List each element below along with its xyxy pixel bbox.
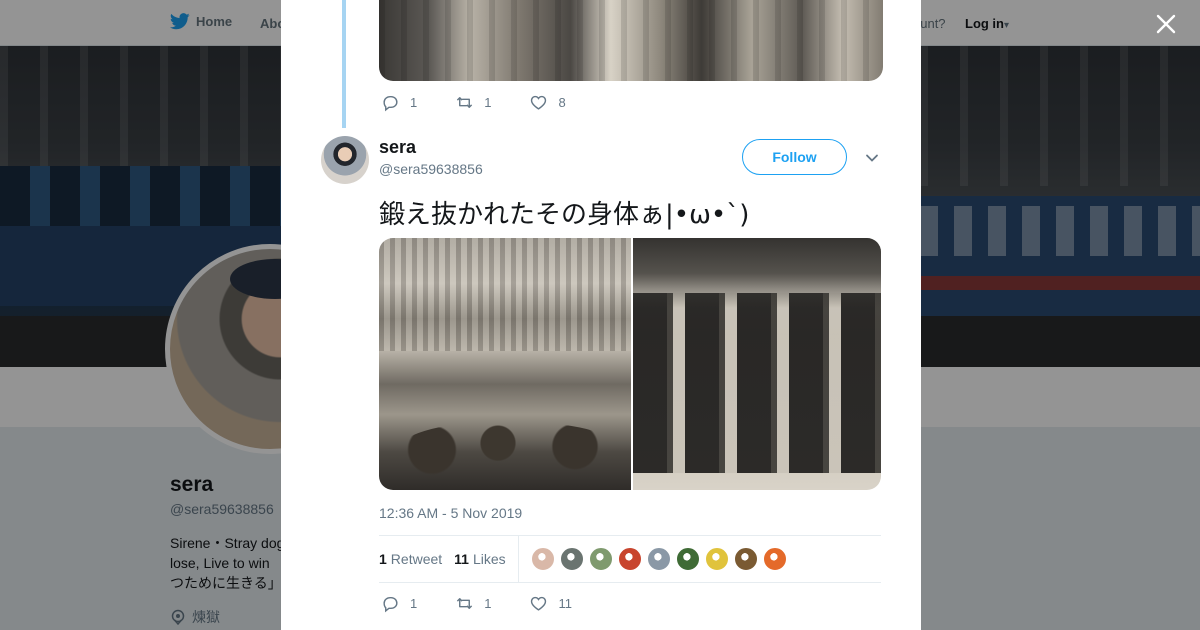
likers-avatars [530,547,787,571]
heart-icon [531,596,547,611]
like-stat-count: 11 [454,551,469,567]
retweet-button[interactable]: 1 [455,93,491,112]
tweet-actions: 1 1 11 [381,594,610,613]
like-button[interactable]: 8 [529,93,566,112]
reply-icon [383,597,398,613]
tweet-media [379,238,881,490]
retweet-stat-label: Retweet [390,551,443,567]
tweet-photo-sumo[interactable] [379,238,631,490]
liker-avatar[interactable] [530,547,555,571]
retweet-button[interactable]: 1 [455,594,491,613]
tweet-author-handle[interactable]: @sera59638856 [379,161,483,177]
liker-avatar[interactable] [588,547,613,571]
liker-avatar[interactable] [704,547,729,571]
tweet-timestamp[interactable]: 12:36 AM - 5 Nov 2019 [379,505,522,521]
retweet-icon [457,598,473,609]
heart-icon [531,95,547,110]
liker-avatar[interactable] [762,547,787,571]
retweet-stat-count: 1 [379,551,387,567]
chevron-down-icon[interactable] [864,150,880,166]
reply-icon [383,96,398,112]
liker-avatar[interactable] [646,547,671,571]
retweet-icon [457,97,473,108]
reply-count: 1 [410,95,418,110]
retweet-count: 1 [484,596,492,611]
like-stat-label: Likes [472,551,506,567]
liker-avatar[interactable] [559,547,584,571]
tweet-photo-bowing[interactable] [633,238,881,490]
reply-count: 1 [410,596,418,611]
liker-avatar[interactable] [617,547,642,571]
thread-connector-line [342,0,346,128]
liker-avatar[interactable] [675,547,700,571]
tweet-permalink-modal: 1 1 8 sera @sera59638856 Follow 鍛え抜かれたその… [281,0,921,630]
tweet-author-name[interactable]: sera [379,137,416,158]
like-stat[interactable]: 11 Likes [454,551,506,567]
tweet-stats: 1 Retweet 11 Likes [379,536,881,582]
close-icon [1156,14,1176,34]
reply-button[interactable]: 1 [381,594,417,613]
like-count: 8 [558,95,566,110]
previous-tweet-photo[interactable] [379,0,883,81]
retweet-count: 1 [484,95,492,110]
tweet-text: 鍛え抜かれたその身体ぁ|•ω•`) [379,200,750,230]
like-button[interactable]: 11 [529,594,572,613]
follow-button[interactable]: Follow [742,139,847,175]
stats-separator [517,536,519,582]
like-count: 11 [558,596,572,611]
tweet-author-avatar[interactable] [321,136,369,184]
close-button[interactable] [1153,11,1179,37]
liker-avatar[interactable] [733,547,758,571]
reply-button[interactable]: 1 [381,93,417,112]
previous-tweet-actions: 1 1 8 [381,93,604,112]
retweet-stat[interactable]: 1 Retweet [379,551,442,567]
divider [379,582,881,583]
